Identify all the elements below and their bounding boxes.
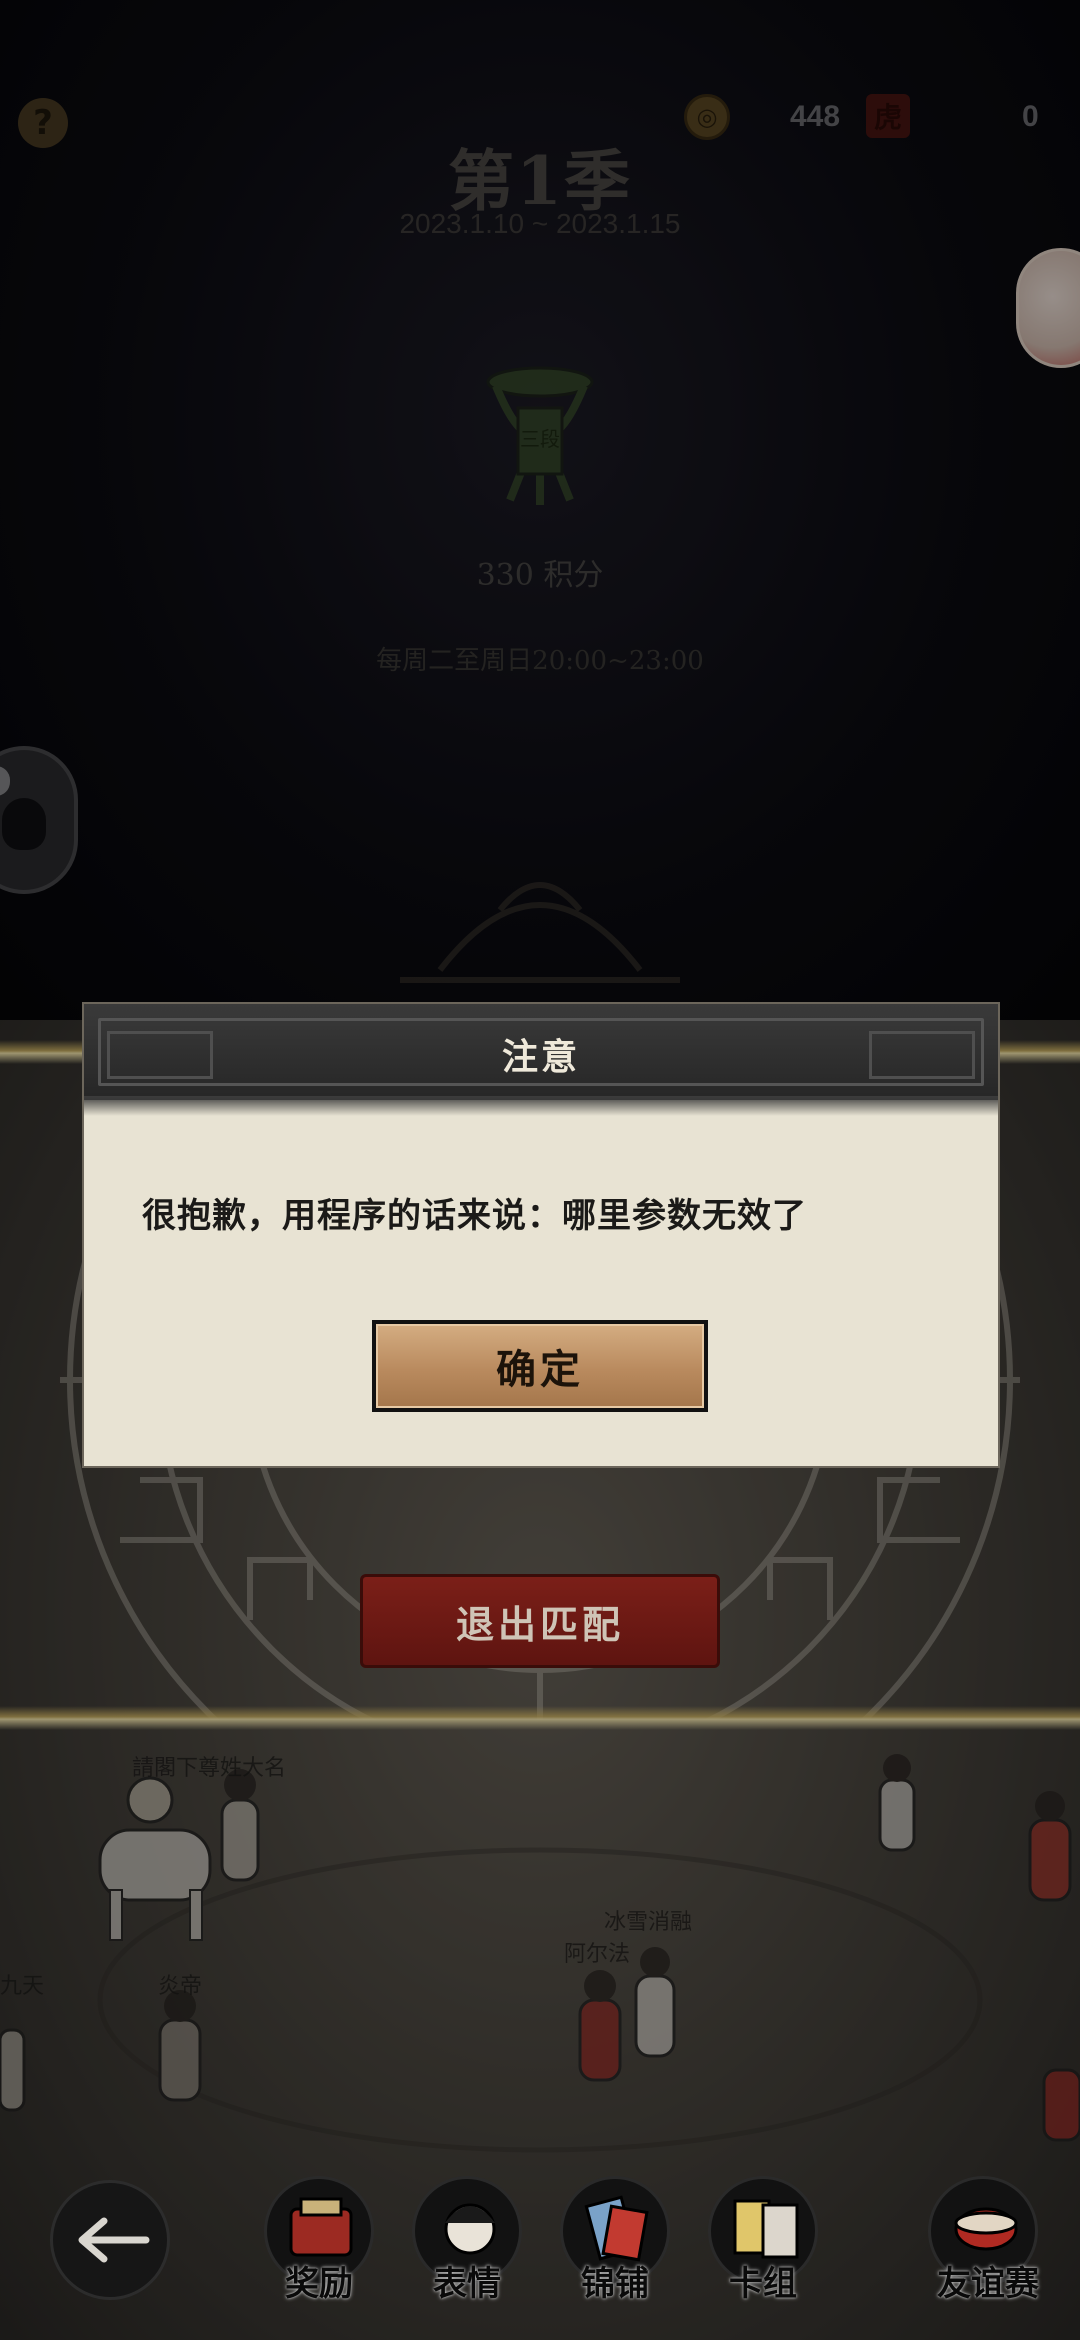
- back-button[interactable]: [50, 2180, 170, 2300]
- nav-reward-label: 奖励: [285, 2264, 353, 2304]
- nav-deck-label: 卡组: [729, 2264, 797, 2304]
- nav-deck[interactable]: 卡组: [704, 2176, 822, 2306]
- nav-friendly-match-label: 友谊赛: [937, 2264, 1039, 2304]
- ink-brush-edge: [84, 1096, 998, 1116]
- nav-emote-label: 表情: [433, 2264, 501, 2304]
- exit-match-label: 退出匹配: [455, 1601, 624, 1647]
- nav-shop[interactable]: 锦铺: [556, 2176, 674, 2306]
- exit-match-button[interactable]: 退出匹配: [360, 1574, 720, 1668]
- confirm-button[interactable]: 确定: [372, 1320, 708, 1412]
- dialog-header: 注意: [84, 1004, 998, 1100]
- confirm-button-label: 确定: [496, 1346, 584, 1393]
- notice-dialog: 注意 很抱歉，用程序的话来说：哪里参数无效了 确定: [82, 1002, 1000, 1468]
- nav-shop-label: 锦铺: [581, 2264, 649, 2304]
- nav-reward[interactable]: 奖励: [260, 2176, 378, 2306]
- dialog-message: 很抱歉，用程序的话来说：哪里参数无效了: [142, 1196, 807, 1236]
- nav-emote[interactable]: 表情: [408, 2176, 526, 2306]
- dialog-title: 注意: [501, 1036, 580, 1078]
- back-arrow-icon: [78, 2217, 150, 2263]
- nav-friendly-match[interactable]: 友谊赛: [918, 2176, 1058, 2306]
